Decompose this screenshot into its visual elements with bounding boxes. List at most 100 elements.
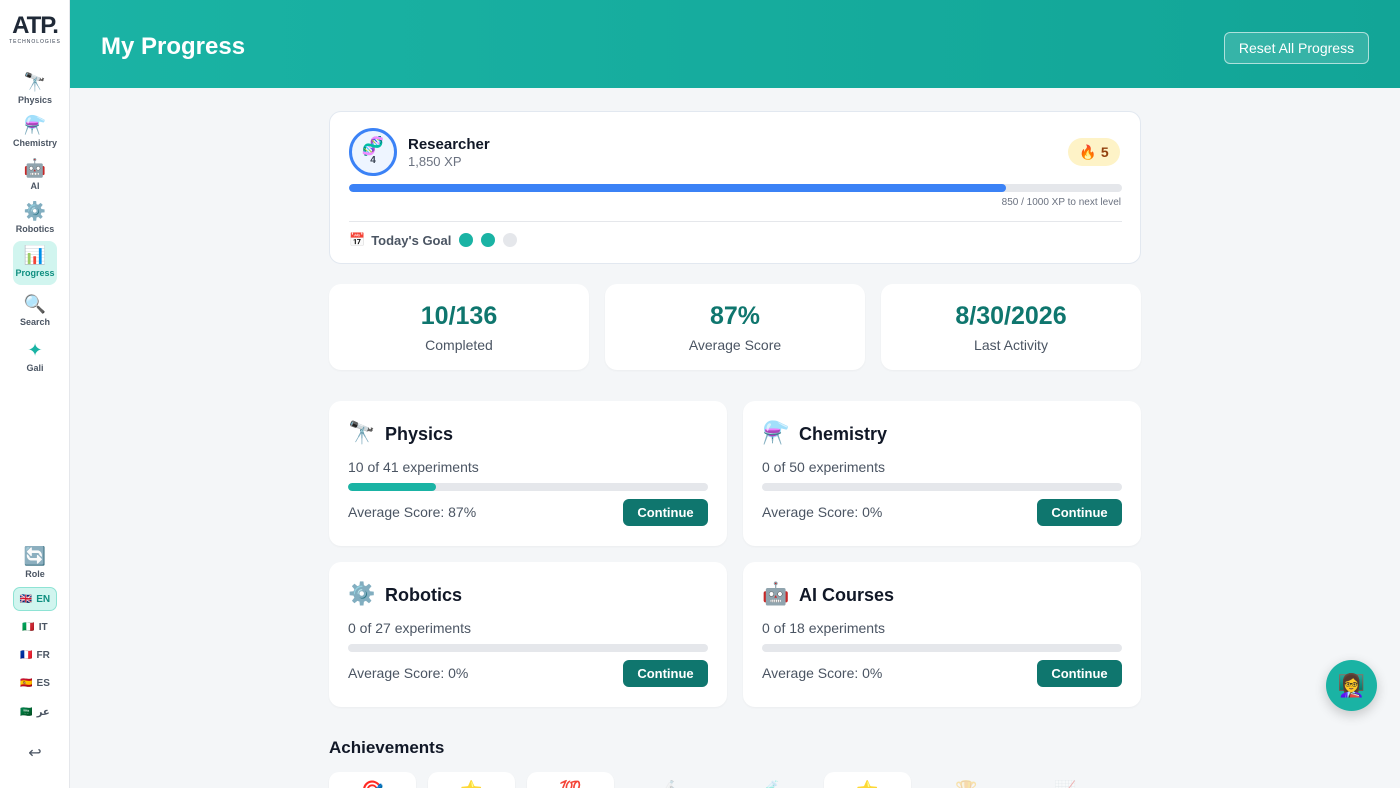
xp-progress-bar (349, 184, 1122, 192)
sidebar-item-label: AI (30, 181, 40, 191)
rank-title: Researcher (408, 136, 490, 153)
level-number: 4 (370, 155, 376, 166)
subject-progress-bar (348, 644, 708, 652)
fire-icon: 🔥 (1079, 143, 1097, 160)
language-it[interactable]: 🇮🇹 IT (13, 615, 57, 639)
search-icon: 🔍 (23, 294, 47, 314)
uk-flag-icon: 🇬🇧 (19, 593, 33, 605)
stat-last-activity: 8/30/2026 Last Activity (881, 284, 1141, 370)
continue-button[interactable]: Continue (623, 660, 708, 687)
telescope-icon: 🔭 (348, 420, 376, 445)
spain-flag-icon: 🇪🇸 (20, 677, 33, 689)
stat-value: 8/30/2026 (955, 302, 1067, 330)
sidebar-item-label: Robotics (15, 224, 55, 234)
page-header: My Progress Reset All Progress (70, 0, 1400, 88)
reset-progress-button[interactable]: Reset All Progress (1224, 32, 1369, 64)
subject-title: AI Courses (799, 585, 895, 605)
language-code: عر (36, 706, 50, 718)
goal-dot (459, 233, 474, 247)
language-code: ES (36, 677, 50, 689)
profile-card: 🧬 4 Researcher 1,850 XP 🔥 5 850 / 1000 X… (329, 111, 1141, 264)
continue-button[interactable]: Continue (623, 499, 708, 526)
stat-average-score: 87% Average Score (605, 284, 865, 370)
subject-card-ai-courses: 🤖 AI Courses 0 of 18 experiments Average… (743, 562, 1141, 707)
streak-badge: 🔥 5 (1068, 138, 1120, 166)
gear-icon: ⚙️ (23, 201, 47, 221)
continue-button[interactable]: Continue (1037, 499, 1122, 526)
sidebar-item-label: Gali (26, 363, 44, 373)
language-code: IT (38, 621, 48, 633)
telescope-icon: 🔭 (23, 72, 47, 92)
achievement-badge[interactable]: 🎯 (329, 772, 416, 788)
language-code: EN (36, 593, 51, 605)
language-en[interactable]: 🇬🇧 EN (13, 587, 57, 611)
france-flag-icon: 🇫🇷 (20, 649, 33, 661)
robot-icon: 🤖 (23, 158, 47, 178)
language-ar[interactable]: 🇸🇦 عر (13, 700, 57, 724)
achievement-badge[interactable]: 💯 (527, 772, 614, 788)
sidebar-item-physics[interactable]: 🔭 Physics (13, 68, 57, 112)
achievement-badge[interactable]: ⭐ (428, 772, 515, 788)
test-tube-icon: 🧪 (757, 780, 779, 788)
sidebar-item-role[interactable]: 🔄 Role (13, 542, 57, 586)
sidebar-item-label: Role (25, 569, 45, 579)
robot-icon: 🤖 (762, 581, 790, 606)
assistant-button[interactable]: 👩‍🏫 (1326, 660, 1377, 711)
goal-label: Today's Goal (371, 232, 452, 248)
subject-progress-bar (348, 483, 708, 491)
sidebar-item-label: Search (19, 317, 51, 327)
average-score: Average Score: 87% (348, 504, 477, 520)
sidebar-item-chemistry[interactable]: ⚗️ Chemistry (13, 111, 57, 155)
achievement-badge-locked[interactable]: 🔬 (626, 772, 713, 788)
achievement-badge-locked[interactable]: 📈 (1022, 772, 1109, 788)
stat-label: Last Activity (974, 337, 1048, 353)
sidebar-item-label: Progress (15, 268, 55, 278)
sidebar-item-label: Chemistry (13, 138, 58, 148)
streak-count: 5 (1100, 144, 1109, 160)
achievements-heading: Achievements (329, 738, 445, 757)
stat-label: Completed (425, 337, 493, 353)
achievement-badge[interactable]: ⭐ (824, 772, 911, 788)
italy-flag-icon: 🇮🇹 (22, 621, 35, 633)
achievement-badge-locked[interactable]: 🧪 (725, 772, 812, 788)
dna-icon: 🧬 (361, 136, 385, 156)
language-fr[interactable]: 🇫🇷 FR (13, 643, 57, 667)
stat-value: 10/136 (420, 302, 498, 330)
goal-dot (503, 233, 518, 247)
subject-title: Chemistry (799, 424, 888, 444)
achievement-badge-locked[interactable]: 🏆 (923, 772, 1010, 788)
teacher-icon: 👩‍🏫 (1337, 672, 1366, 698)
goal-dot (481, 233, 496, 247)
logout-icon[interactable]: ↩ (22, 743, 48, 765)
experiment-count: 0 of 18 experiments (762, 620, 885, 636)
experiment-count: 0 of 27 experiments (348, 620, 471, 636)
average-score: Average Score: 0% (348, 665, 469, 681)
subject-title: Robotics (385, 585, 463, 605)
average-score: Average Score: 0% (762, 665, 883, 681)
target-icon: 🎯 (361, 780, 383, 788)
sidebar-item-gali[interactable]: ✦ Gali (13, 336, 57, 380)
sidebar-item-search[interactable]: 🔍 Search (13, 290, 57, 334)
saudi-flag-icon: 🇸🇦 (20, 706, 33, 718)
sidebar-item-progress[interactable]: 📊 Progress (13, 241, 57, 285)
stat-label: Average Score (688, 337, 782, 353)
star-icon: ⭐ (460, 780, 482, 788)
sidebar-item-robotics[interactable]: ⚙️ Robotics (13, 197, 57, 241)
bar-chart-icon: 📊 (23, 245, 47, 265)
subject-progress-bar (762, 483, 1122, 491)
calendar-icon: 📅 (349, 232, 366, 247)
microscope-icon: 🔬 (658, 780, 680, 788)
subject-title: Physics (385, 424, 454, 444)
app-logo[interactable]: ATP. TECHNOLOGIES (0, 14, 70, 46)
language-es[interactable]: 🇪🇸 ES (13, 671, 57, 695)
experiment-count: 10 of 41 experiments (348, 459, 479, 475)
experiment-count: 0 of 50 experiments (762, 459, 885, 475)
hundred-icon: 💯 (559, 780, 581, 788)
logo-tagline: TECHNOLOGIES (9, 39, 61, 45)
sidebar-item-label: Physics (17, 95, 53, 105)
sidebar-item-ai[interactable]: 🤖 AI (13, 154, 57, 198)
level-avatar: 🧬 4 (349, 128, 397, 176)
daily-goal: 📅 Today's Goal (349, 232, 518, 248)
continue-button[interactable]: Continue (1037, 660, 1122, 687)
divider (349, 221, 1122, 222)
